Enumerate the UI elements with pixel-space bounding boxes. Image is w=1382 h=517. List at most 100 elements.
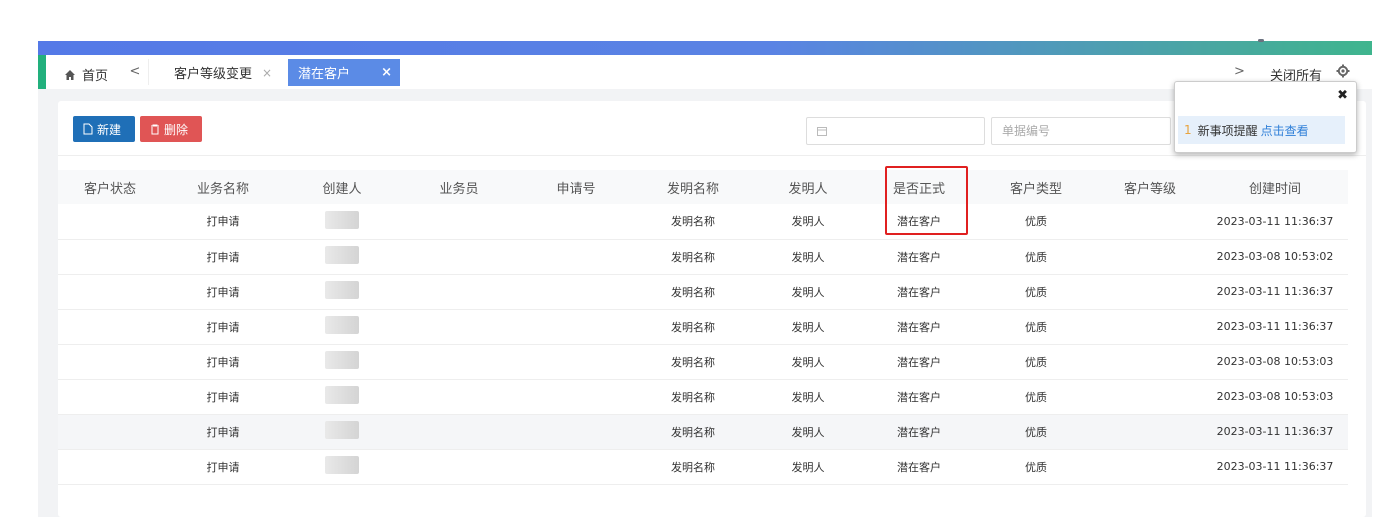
close-icon[interactable]: ✖ [1337,88,1348,103]
cell-application-no [518,344,634,380]
cell-status [58,239,162,275]
cell-is-formal: 潜在客户 [864,449,974,485]
cell-salesman [400,274,518,310]
cell-invention-name: 发明名称 [634,344,752,380]
cell-application-no [518,239,634,275]
cell-customer-type: 优质 [974,274,1098,310]
cell-status [58,379,162,415]
delete-button-label: 删除 [164,122,189,137]
cell-creator [284,274,400,310]
cell-created-time: 2023-03-08 10:53:02 [1202,239,1348,275]
document-number-input[interactable] [991,117,1171,145]
table-row[interactable]: 打申请 发明名称 发明人 潜在客户 优质 2023-03-11 11:36:37 [58,449,1348,485]
column-header[interactable]: 发明人 [752,170,864,204]
cell-inventor: 发明人 [752,414,864,450]
column-header[interactable]: 业务员 [400,170,518,204]
tab-home[interactable]: 首页 [64,65,108,84]
new-button-label: 新建 [97,122,122,137]
table-row[interactable]: 打申请 发明名称 发明人 潜在客户 优质 2023-03-08 10:53:02 [58,239,1348,275]
tab-home-label: 首页 [82,69,109,84]
tab-close-icon[interactable]: × [381,65,392,80]
cell-creator [284,379,400,415]
cell-salesman [400,449,518,485]
cell-created-time: 2023-03-11 11:36:37 [1202,449,1348,485]
column-header[interactable]: 创建时间 [1202,170,1348,204]
table-row[interactable]: 打申请 发明名称 发明人 潜在客户 优质 2023-03-08 10:53:03 [58,379,1348,415]
cell-is-formal: 潜在客户 [864,274,974,310]
column-header[interactable]: 发明名称 [634,170,752,204]
cell-customer-type: 优质 [974,309,1098,345]
date-filter-input[interactable] [806,117,985,145]
delete-button[interactable]: 删除 [140,116,202,142]
redacted-creator [325,316,359,334]
tab-potential-customers[interactable]: 潜在客户 × [288,59,400,86]
cell-inventor: 发明人 [752,344,864,380]
top-gradient-bar [38,39,1372,55]
tab-scroll-left-button[interactable]: < [126,64,144,79]
table-header-row: 客户状态 业务名称 创建人 业务员 申请号 发明名称 发明人 是否正式 客户类型… [58,170,1348,204]
cell-salesman [400,204,518,240]
tab-label: 客户等级变更 [174,67,253,82]
cell-creator [284,309,400,345]
cell-customer-level [1098,204,1202,240]
cell-inventor: 发明人 [752,274,864,310]
cell-status [58,414,162,450]
toolbar-separator [58,155,1366,156]
redacted-creator [325,246,359,264]
cell-salesman [400,309,518,345]
notification-view-link[interactable]: 点击查看 [1261,122,1309,139]
column-header[interactable]: 业务名称 [162,170,284,204]
cell-business-name: 打申请 [162,414,284,450]
data-table: 客户状态 业务名称 创建人 业务员 申请号 发明名称 发明人 是否正式 客户类型… [58,170,1348,485]
cell-customer-level [1098,239,1202,275]
cell-status [58,309,162,345]
cell-customer-type: 优质 [974,449,1098,485]
topbar-indicator [1258,39,1264,42]
tab-customer-level-change[interactable]: 客户等级变更 × [162,59,284,86]
cell-invention-name: 发明名称 [634,414,752,450]
cell-customer-type: 优质 [974,379,1098,415]
column-header[interactable]: 是否正式 [864,170,974,204]
table-row[interactable]: 打申请 发明名称 发明人 潜在客户 优质 2023-03-11 11:36:37 [58,309,1348,345]
cell-customer-type: 优质 [974,239,1098,275]
cell-invention-name: 发明名称 [634,204,752,240]
new-button[interactable]: 新建 [73,116,135,142]
tab-close-icon[interactable]: × [262,66,272,80]
tab-bar-accent [38,55,46,89]
cell-salesman [400,414,518,450]
tab-scroll-right-button[interactable]: > [1234,64,1245,79]
cell-is-formal: 潜在客户 [864,379,974,415]
cell-invention-name: 发明名称 [634,379,752,415]
cell-status [58,204,162,240]
home-icon [65,69,75,80]
redacted-creator [325,281,359,299]
cell-created-time: 2023-03-11 11:36:37 [1202,204,1348,240]
table-row[interactable]: 打申请 发明名称 发明人 潜在客户 优质 2023-03-11 11:36:37 [58,274,1348,310]
tab-bar: 首页 < 客户等级变更 × 潜在客户 × > 关闭所有 [38,55,1372,89]
cell-application-no [518,309,634,345]
column-header[interactable]: 客户状态 [58,170,162,204]
notification-text: 新事项提醒 [1197,123,1258,138]
cell-is-formal: 潜在客户 [864,239,974,275]
document-icon [83,123,93,135]
cell-status [58,449,162,485]
cell-salesman [400,344,518,380]
column-header[interactable]: 客户等级 [1098,170,1202,204]
column-header[interactable]: 客户类型 [974,170,1098,204]
cell-business-name: 打申请 [162,274,284,310]
cell-inventor: 发明人 [752,379,864,415]
cell-customer-level [1098,379,1202,415]
notification-count: 1 [1184,123,1192,137]
column-header[interactable]: 申请号 [518,170,634,204]
cell-status [58,274,162,310]
column-header[interactable]: 创建人 [284,170,400,204]
notification-popup: ✖ 1 新事项提醒 点击查看 [1174,81,1357,153]
gear-icon[interactable] [1336,64,1350,78]
cell-customer-level [1098,449,1202,485]
table-row[interactable]: 打申请 发明名称 发明人 潜在客户 优质 2023-03-11 11:36:37 [58,204,1348,240]
cell-invention-name: 发明名称 [634,274,752,310]
trash-icon [151,124,159,134]
table-row[interactable]: 打申请 发明名称 发明人 潜在客户 优质 2023-03-08 10:53:03 [58,344,1348,380]
redacted-creator [325,351,359,369]
table-row[interactable]: 打申请 发明名称 发明人 潜在客户 优质 2023-03-11 11:36:37 [58,414,1348,450]
